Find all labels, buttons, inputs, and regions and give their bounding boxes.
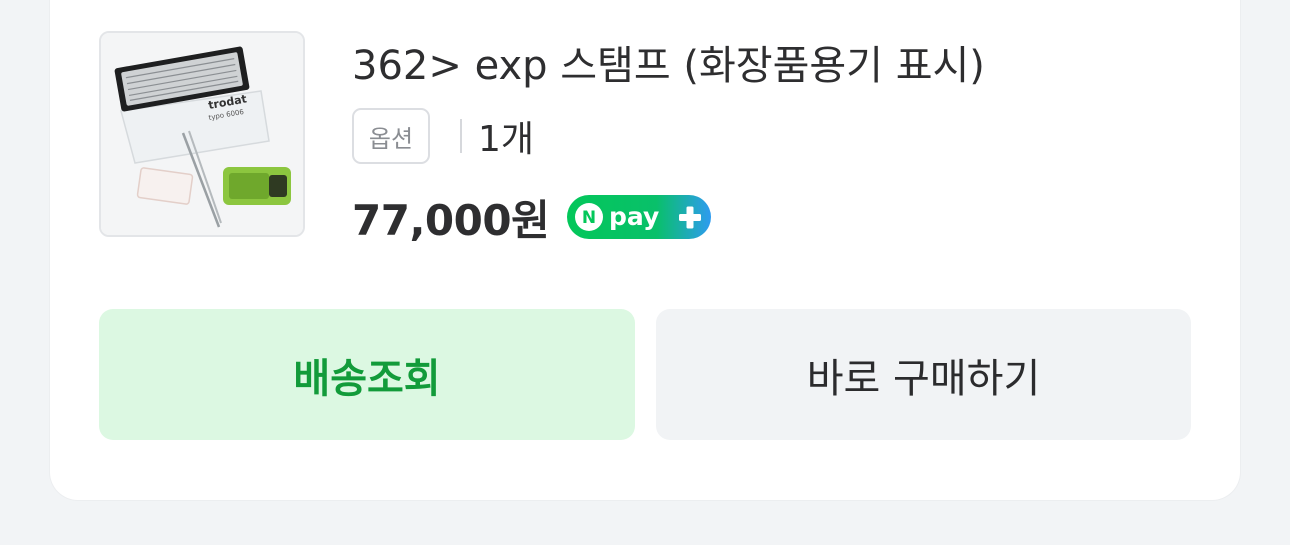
- order-item: trodat typo 6006 362> exp 스탬프 (화장품용기 표시)…: [99, 31, 1290, 245]
- price-text: 77,000원: [352, 195, 550, 245]
- product-title[interactable]: 362> exp 스탬프 (화장품용기 표시): [352, 41, 985, 91]
- quantity-text: 1개: [478, 119, 535, 160]
- option-badge: 옵션: [352, 108, 430, 164]
- option-row: 옵션 1개: [352, 108, 534, 164]
- npay-plus-badge: N pay: [567, 195, 712, 239]
- buy-now-button[interactable]: 바로 구매하기: [656, 309, 1191, 440]
- npay-logo-letter: N: [582, 208, 596, 228]
- option-divider: [460, 119, 462, 153]
- product-thumbnail[interactable]: trodat typo 6006: [99, 31, 305, 237]
- npay-text: pay: [609, 202, 659, 231]
- delivery-tracking-button[interactable]: 배송조회: [99, 309, 635, 440]
- price-row: 77,000원 N pay: [352, 189, 712, 245]
- stamp-product-image: trodat typo 6006: [101, 33, 303, 235]
